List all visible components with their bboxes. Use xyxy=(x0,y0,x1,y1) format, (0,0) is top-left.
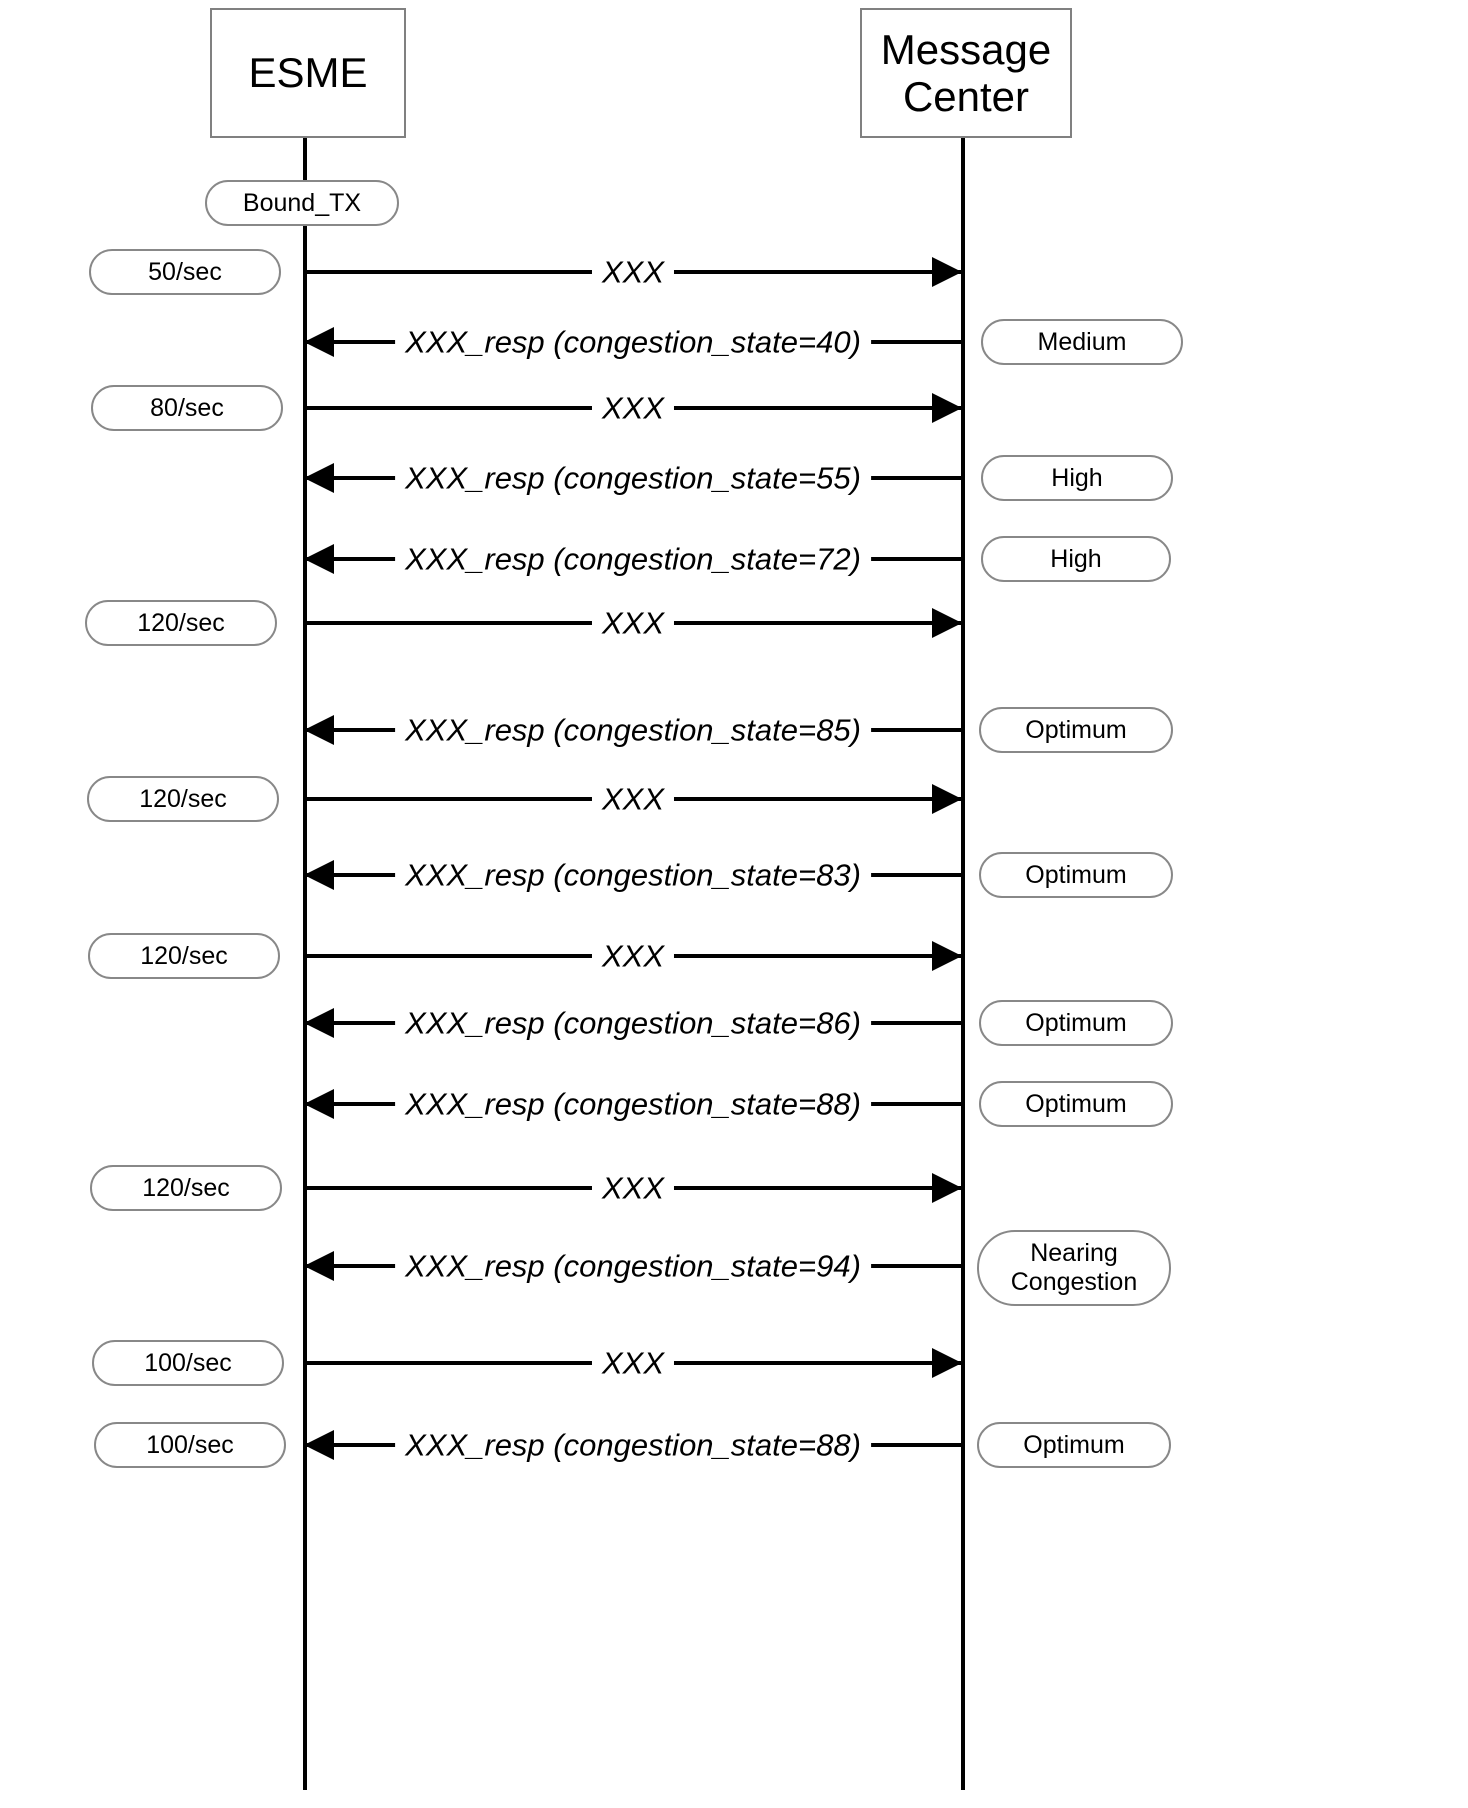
actor-label-message-center: Message Center xyxy=(880,25,1052,120)
congestion-state-pill: High xyxy=(981,455,1173,501)
congestion-state-label: Optimum xyxy=(1023,1430,1125,1459)
rate-pill-label: 120/sec xyxy=(137,608,225,637)
message-label: XXX xyxy=(591,392,675,424)
rate-pill-label: 120/sec xyxy=(140,941,228,970)
congestion-state-label: Optimum xyxy=(1025,1089,1127,1118)
arrow-head-left-icon xyxy=(304,1430,334,1460)
congestion-state-pill: Optimum xyxy=(977,1422,1171,1468)
congestion-state-label: High xyxy=(1050,544,1102,573)
rate-pill: 100/sec xyxy=(94,1422,286,1468)
congestion-state-label: Medium xyxy=(1037,327,1127,356)
arrow-head-left-icon xyxy=(304,544,334,574)
congestion-state-pill: Nearing Congestion xyxy=(977,1230,1171,1306)
message-label: XXX_resp (congestion_state=85) xyxy=(395,714,871,746)
arrow-head-right-icon xyxy=(932,784,962,814)
rate-pill-label: 100/sec xyxy=(146,1430,234,1459)
message-label: XXX_resp (congestion_state=88) xyxy=(395,1429,871,1461)
arrow-head-right-icon xyxy=(932,608,962,638)
sequence-diagram-canvas: ESME Message Center Bound_TX 50/sec XXX … xyxy=(0,0,1468,1808)
rate-pill: 50/sec xyxy=(89,249,281,295)
congestion-state-label: Optimum xyxy=(1025,1008,1127,1037)
arrow-head-left-icon xyxy=(304,463,334,493)
arrow-head-left-icon xyxy=(304,860,334,890)
arrow-head-left-icon xyxy=(304,715,334,745)
congestion-state-label: Nearing Congestion xyxy=(1010,1239,1138,1296)
message-label: XXX xyxy=(591,1172,675,1204)
arrow-head-right-icon xyxy=(932,393,962,423)
message-label: XXX xyxy=(591,1347,675,1379)
state-pill-bound-tx: Bound_TX xyxy=(205,180,399,226)
congestion-state-pill: Medium xyxy=(981,319,1183,365)
rate-pill: 120/sec xyxy=(87,776,279,822)
message-label: XXX_resp (congestion_state=88) xyxy=(395,1088,871,1120)
rate-pill-label: 120/sec xyxy=(139,784,227,813)
arrow-head-right-icon xyxy=(932,1348,962,1378)
message-label: XXX_resp (congestion_state=55) xyxy=(395,462,871,494)
arrow-head-right-icon xyxy=(932,941,962,971)
message-label: XXX xyxy=(591,783,675,815)
arrow-head-right-icon xyxy=(932,257,962,287)
congestion-state-pill: Optimum xyxy=(979,1000,1173,1046)
arrow-head-left-icon xyxy=(304,1089,334,1119)
rate-pill-label: 50/sec xyxy=(148,257,222,286)
congestion-state-pill: Optimum xyxy=(979,707,1173,753)
message-label: XXX_resp (congestion_state=94) xyxy=(395,1250,871,1282)
message-label: XXX_resp (congestion_state=86) xyxy=(395,1007,871,1039)
lifeline-esme xyxy=(303,138,307,1790)
rate-pill: 80/sec xyxy=(91,385,283,431)
arrow-head-left-icon xyxy=(304,1251,334,1281)
rate-pill-label: 100/sec xyxy=(144,1348,232,1377)
message-label: XXX xyxy=(591,256,675,288)
rate-pill-label: 80/sec xyxy=(150,393,224,422)
rate-pill: 100/sec xyxy=(92,1340,284,1386)
arrow-head-left-icon xyxy=(304,1008,334,1038)
rate-pill-label: 120/sec xyxy=(142,1173,230,1202)
congestion-state-label: Optimum xyxy=(1025,860,1127,889)
congestion-state-label: Optimum xyxy=(1025,715,1127,744)
arrow-head-right-icon xyxy=(932,1173,962,1203)
actor-box-message-center: Message Center xyxy=(860,8,1072,138)
arrow-head-left-icon xyxy=(304,327,334,357)
congestion-state-pill: High xyxy=(981,536,1171,582)
congestion-state-pill: Optimum xyxy=(979,852,1173,898)
rate-pill: 120/sec xyxy=(90,1165,282,1211)
rate-pill: 120/sec xyxy=(88,933,280,979)
actor-label-esme: ESME xyxy=(248,49,368,97)
message-label: XXX xyxy=(591,607,675,639)
message-label: XXX_resp (congestion_state=40) xyxy=(395,326,871,358)
message-label: XXX xyxy=(591,940,675,972)
congestion-state-pill: Optimum xyxy=(979,1081,1173,1127)
message-label: XXX_resp (congestion_state=72) xyxy=(395,543,871,575)
message-label: XXX_resp (congestion_state=83) xyxy=(395,859,871,891)
congestion-state-label: High xyxy=(1051,463,1103,492)
state-pill-label: Bound_TX xyxy=(242,188,362,217)
actor-box-esme: ESME xyxy=(210,8,406,138)
rate-pill: 120/sec xyxy=(85,600,277,646)
